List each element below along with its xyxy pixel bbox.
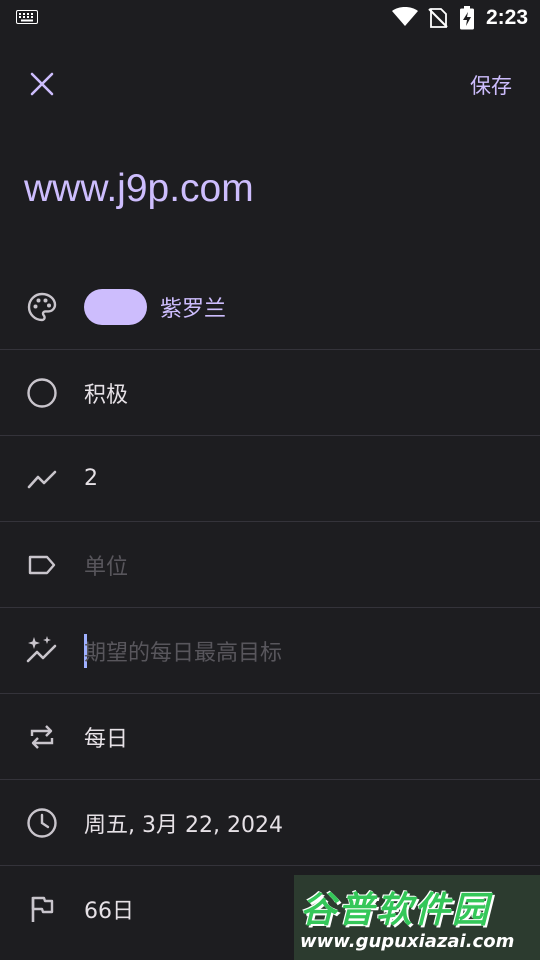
habit-type-row[interactable]: 积极	[0, 350, 540, 436]
habit-settings-list: 紫罗兰 积极 2 单位 期望的每日最高目标 每日 周五, 3月 22, 2024…	[0, 264, 540, 951]
unit-row[interactable]: 单位	[0, 522, 540, 608]
duration-value: 66日	[84, 898, 134, 924]
target-row[interactable]: 2	[0, 436, 540, 522]
battery-charging-icon	[460, 6, 474, 30]
trending-up-icon	[24, 461, 60, 497]
frequency-row[interactable]: 每日	[0, 694, 540, 780]
start-date-row[interactable]: 周五, 3月 22, 2024	[0, 780, 540, 866]
watermark: 谷普软件园 www.gupuxiazai.com	[294, 875, 540, 960]
palette-icon	[24, 289, 60, 325]
daily-goal-input[interactable]: 期望的每日最高目标	[84, 635, 282, 667]
frequency-value: 每日	[84, 726, 129, 752]
status-time: 2:23	[486, 6, 529, 29]
wifi-icon	[392, 7, 418, 26]
watermark-text: 谷普软件园	[300, 890, 491, 931]
sparkle-trend-icon	[24, 633, 60, 669]
close-button[interactable]	[18, 60, 66, 108]
habit-type-value: 积极	[84, 382, 129, 408]
habit-editor-screen: 2:23 保存 www.j9p.com 紫罗兰 积极 2 单位 期望的每日最高目…	[0, 0, 540, 960]
repeat-icon	[24, 719, 60, 755]
watermark-url: www.gupuxiazai.com	[300, 931, 515, 952]
status-bar: 2:23	[0, 0, 540, 36]
circle-outline-icon	[24, 375, 60, 411]
habit-name-input[interactable]: www.j9p.com	[24, 160, 514, 218]
color-label: 紫罗兰	[160, 296, 227, 322]
flag-icon	[24, 891, 60, 927]
target-value: 2	[84, 466, 98, 491]
close-icon	[30, 72, 54, 96]
keyboard-icon	[16, 10, 38, 24]
clock-icon	[24, 805, 60, 841]
save-button[interactable]: 保存	[458, 66, 524, 104]
unit-input[interactable]: 单位	[84, 549, 128, 581]
no-sim-icon	[428, 8, 448, 28]
color-row[interactable]: 紫罗兰	[0, 264, 540, 350]
color-swatch[interactable]	[84, 288, 147, 325]
label-icon	[24, 547, 60, 583]
start-date-value: 周五, 3月 22, 2024	[84, 812, 283, 838]
daily-goal-row[interactable]: 期望的每日最高目标	[0, 608, 540, 694]
